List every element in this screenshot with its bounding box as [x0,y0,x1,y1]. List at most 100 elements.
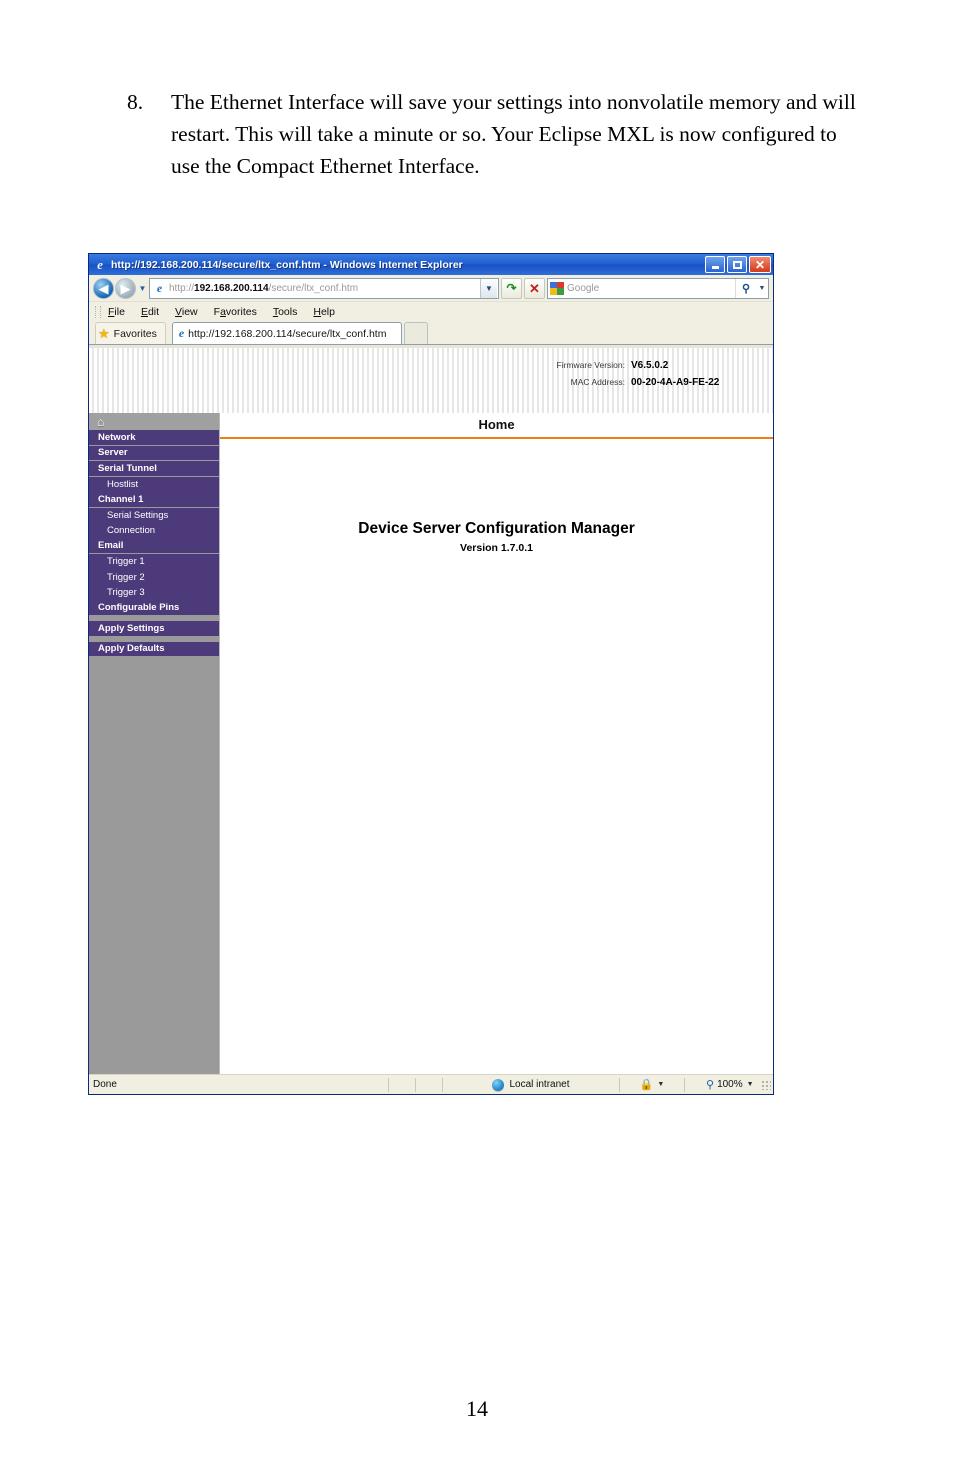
sidebar-menu: Network Server Serial Tunnel Hostlist Channe… [89,430,219,662]
sidebar-item-server[interactable]: Server [89,445,219,461]
maximize-button[interactable] [727,256,747,273]
favorites-label: Favorites [113,327,157,340]
refresh-button[interactable]: ↷ [501,277,522,299]
close-button[interactable]: ✕ [749,256,771,273]
star-icon: ★ [98,326,110,341]
menu-item-view[interactable]: View [175,306,198,318]
back-button[interactable]: ◀ [93,277,114,299]
sidebar-item-apply-defaults[interactable]: Apply Defaults [89,641,219,657]
address-url: http://192.168.200.114/secure/ltx_conf.h… [169,283,480,294]
sidebar-item-email[interactable]: Email [89,538,219,554]
internet-explorer-icon: e [156,280,163,295]
menu-bar: File Edit View Favorites Tools Help [89,302,773,321]
zoom-magnifier-icon: ⚲ [706,1079,715,1091]
status-divider [619,1077,620,1092]
sidebar-item-serial-tunnel[interactable]: Serial Tunnel [89,461,219,477]
status-divider [388,1077,389,1092]
close-icon: ✕ [529,280,540,296]
browser-statusbar: Done Local intranet 🔒 ▼ ⚲ 100% ▼ [89,1074,773,1094]
device-page-header: Firmware Version: V6.5.0.2 MAC Address: … [89,348,773,413]
address-bar[interactable]: e http://192.168.200.114/secure/ltx_conf… [149,277,499,299]
device-sidebar: ⌂ Network Server Serial Tunnel Hostlist Chan… [89,413,220,1074]
resize-grip[interactable] [761,1079,771,1090]
page-number: 14 [466,1396,488,1421]
instruction-step: 8. The Ethernet Interface will save your… [127,86,867,182]
google-icon [550,281,564,295]
sidebar-separator [89,657,219,662]
privacy-lock-button[interactable]: 🔒 ▼ [633,1078,671,1091]
menu-item-tools[interactable]: Tools [273,306,298,318]
window-title: http://192.168.200.114/secure/ltx_conf.h… [111,258,463,271]
url-path: /secure/ltx_conf.htm [268,282,359,294]
sidebar-item-apply-settings[interactable]: Apply Settings [89,621,219,637]
firmware-version-value: V6.5.0.2 [631,360,669,371]
status-divider [684,1077,685,1092]
privacy-lock-icon: 🔒 [639,1079,654,1091]
search-input[interactable]: Google ⚲ ▼ [547,277,769,299]
status-divider [442,1077,443,1092]
web-page-content: Firmware Version: V6.5.0.2 MAC Address: … [89,348,773,1074]
search-icon[interactable]: ⚲ [735,278,756,298]
device-main-panel: Home Device Server Configuration Manager… [220,413,773,1074]
browser-titlebar: e http://192.168.200.114/secure/ltx_conf… [89,254,773,275]
step-number: 8. [127,90,144,114]
firmware-version-row: Firmware Version: V6.5.0.2 [425,360,765,371]
chevron-down-icon[interactable]: ▼ [657,1081,664,1088]
sidebar-item-home[interactable]: ⌂ [89,413,219,430]
zoom-control[interactable]: ⚲ 100% ▼ [698,1078,754,1091]
security-zone[interactable]: Local intranet [456,1078,606,1091]
menu-grip[interactable] [95,305,101,318]
device-welcome-block: Device Server Configuration Manager Vers… [220,520,773,554]
tab-label: http://192.168.200.114/secure/ltx_conf.h… [188,327,387,340]
forward-button[interactable]: ▶ [115,277,136,299]
status-text: Done [93,1079,117,1090]
internet-explorer-icon: e [178,326,185,340]
home-icon: ⌂ [97,414,105,429]
device-info-block: Firmware Version: V6.5.0.2 MAC Address: … [425,360,765,394]
mac-address-value: 00-20-4A-A9-FE-22 [631,377,720,388]
window-controls: ✕ [705,256,771,273]
device-manager-version: Version 1.7.0.1 [460,542,533,554]
refresh-icon: ↷ [506,281,517,295]
sidebar-item-hostlist[interactable]: Hostlist [89,476,219,492]
url-host: 192.168.200.114 [194,282,269,294]
sidebar-item-trigger-3[interactable]: Trigger 3 [89,585,219,601]
title-divider [220,437,773,439]
sidebar-item-configurable-pins[interactable]: Configurable Pins [89,600,219,616]
sidebar-item-serial-settings[interactable]: Serial Settings [89,507,219,523]
security-zone-label: Local intranet [509,1079,570,1090]
sidebar-item-network[interactable]: Network [89,430,219,446]
sidebar-item-connection[interactable]: Connection [89,523,219,539]
internet-explorer-icon: e [97,256,103,272]
step-text: The Ethernet Interface will save your se… [171,90,856,178]
page-title: Home [478,417,515,432]
mac-address-label: MAC Address: [570,377,625,387]
menu-item-file[interactable]: File [108,306,125,318]
globe-icon [492,1078,505,1091]
stop-button[interactable]: ✕ [524,277,545,299]
url-scheme: http:// [169,282,195,294]
browser-tab[interactable]: e http://192.168.200.114/secure/ltx_conf… [171,322,402,344]
menu-item-help[interactable]: Help [313,306,335,318]
sidebar-item-trigger-2[interactable]: Trigger 2 [89,569,219,585]
chevron-down-icon[interactable]: ▼ [480,278,497,298]
browser-navbar: ◀ ▶ ▼ e http://192.168.200.114/secure/lt… [89,275,773,302]
history-dropdown-icon[interactable]: ▼ [136,284,149,293]
sidebar-item-channel-1[interactable]: Channel 1 [89,492,219,508]
device-page-body: ⌂ Network Server Serial Tunnel Hostlist Chan… [89,413,773,1074]
chevron-down-icon[interactable]: ▼ [756,279,768,298]
device-manager-title: Device Server Configuration Manager [358,520,635,537]
favorites-bar: ★ Favorites e http://192.168.200.114/sec… [89,321,773,345]
status-divider [415,1077,416,1092]
chevron-down-icon[interactable]: ▼ [747,1081,754,1088]
sidebar-item-trigger-1[interactable]: Trigger 1 [89,554,219,570]
mac-address-row: MAC Address: 00-20-4A-A9-FE-22 [425,377,765,388]
browser-window: e http://192.168.200.114/secure/ltx_conf… [88,253,774,1095]
zoom-level: 100% [717,1079,743,1090]
minimize-button[interactable] [705,256,725,273]
firmware-version-label: Firmware Version: [556,360,626,370]
menu-item-edit[interactable]: Edit [141,306,159,318]
menu-item-favorites[interactable]: Favorites [214,306,257,318]
new-tab-button[interactable] [403,322,428,344]
favorites-button[interactable]: ★ Favorites [95,322,166,344]
